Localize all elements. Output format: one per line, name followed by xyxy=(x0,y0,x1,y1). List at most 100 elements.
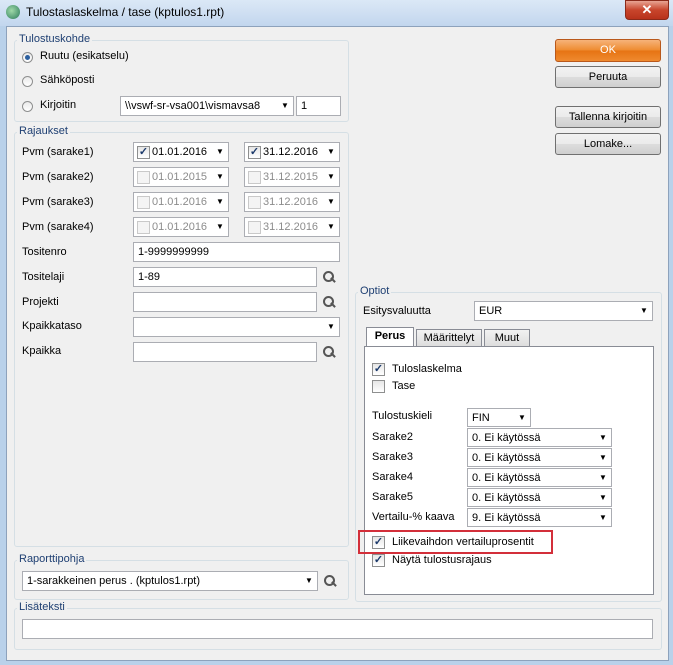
search-icon[interactable] xyxy=(322,345,336,359)
chevron-down-icon: ▼ xyxy=(599,513,607,522)
chevron-down-icon: ▼ xyxy=(327,147,335,156)
sarake4-select[interactable]: 0. Ei käytössä ▼ xyxy=(467,468,612,487)
radio-kirjoitin[interactable] xyxy=(22,101,33,112)
date-2-from-check[interactable] xyxy=(137,171,150,184)
sarake2-label: Sarake2 xyxy=(372,431,413,443)
date-1-to-check[interactable]: ✓ xyxy=(248,146,261,159)
kpaikka-label: Kpaikka xyxy=(22,345,62,357)
tositenro-input[interactable]: 1-9999999999 xyxy=(133,242,340,262)
date-4-from-check[interactable] xyxy=(137,221,150,234)
projekti-label: Projekti xyxy=(22,296,59,308)
lang-label: Tulostuskieli xyxy=(372,410,433,422)
copies-input[interactable]: 1 xyxy=(296,96,341,116)
sarake3-select[interactable]: 0. Ei käytössä ▼ xyxy=(467,448,612,467)
date-4-from[interactable]: 01.01.2016 ▼ xyxy=(133,217,229,237)
tase-check[interactable] xyxy=(372,380,385,393)
chevron-down-icon: ▼ xyxy=(327,322,335,331)
date-3-from[interactable]: 01.01.2016 ▼ xyxy=(133,192,229,212)
sarake3-label: Sarake3 xyxy=(372,451,413,463)
currency-select[interactable]: EUR ▼ xyxy=(474,301,653,321)
sarake5-label: Sarake5 xyxy=(372,491,413,503)
ok-button[interactable]: OK xyxy=(555,39,661,62)
liikevaihto-check[interactable]: ✓ xyxy=(372,536,385,549)
chevron-down-icon: ▼ xyxy=(216,172,224,181)
nayta-label: Näytä tulostusrajaus xyxy=(392,554,492,566)
form-button[interactable]: Lomake... xyxy=(555,133,661,155)
vertailu-select[interactable]: 9. Ei käytössä ▼ xyxy=(467,508,612,527)
tab-perus[interactable]: Perus xyxy=(366,327,414,347)
printer-select[interactable]: \\vswf-sr-vsa001\vismavsa8 ▼ xyxy=(120,96,294,116)
tab-muut[interactable]: Muut xyxy=(484,329,530,347)
tositelaji-label: Tositelaji xyxy=(22,271,65,283)
projekti-input[interactable] xyxy=(133,292,317,312)
lisateksti-label: Lisäteksti xyxy=(17,601,67,613)
date-row-1-label: Pvm (sarake1) xyxy=(22,146,94,158)
chevron-down-icon: ▼ xyxy=(599,493,607,502)
radio-kirjoitin-label: Kirjoitin xyxy=(40,99,77,111)
chevron-down-icon: ▼ xyxy=(599,473,607,482)
search-icon[interactable] xyxy=(322,270,336,284)
chevron-down-icon: ▼ xyxy=(216,197,224,206)
sarake5-select[interactable]: 0. Ei käytössä ▼ xyxy=(467,488,612,507)
search-icon[interactable] xyxy=(322,295,336,309)
date-3-to[interactable]: 31.12.2016 ▼ xyxy=(244,192,340,212)
kpaikka-input[interactable] xyxy=(133,342,317,362)
radio-ruutu[interactable] xyxy=(22,52,33,63)
currency-label: Esitysvaluutta xyxy=(363,305,431,317)
tositelaji-input[interactable]: 1-89 xyxy=(133,267,317,287)
tulostuskohde-label: Tulostuskohde xyxy=(17,33,93,45)
date-2-from[interactable]: 01.01.2015 ▼ xyxy=(133,167,229,187)
tab-maarittelyt[interactable]: Määrittelyt xyxy=(416,329,482,347)
date-1-from-check[interactable]: ✓ xyxy=(137,146,150,159)
radio-sahkoposti-label: Sähköposti xyxy=(40,74,95,86)
sarake2-select[interactable]: 0. Ei käytössä ▼ xyxy=(467,428,612,447)
chevron-down-icon: ▼ xyxy=(327,197,335,206)
date-2-to-check[interactable] xyxy=(248,171,261,184)
kpaikkataso-label: Kpaikkataso xyxy=(22,320,82,332)
date-row-2-label: Pvm (sarake2) xyxy=(22,171,94,183)
date-4-to[interactable]: 31.12.2016 ▼ xyxy=(244,217,340,237)
save-printer-button[interactable]: Tallenna kirjoitin xyxy=(555,106,661,128)
optiot-label: Optiot xyxy=(358,285,392,297)
radio-ruutu-label: Ruutu (esikatselu) xyxy=(40,50,129,62)
date-2-to[interactable]: 31.12.2015 ▼ xyxy=(244,167,340,187)
nayta-check[interactable]: ✓ xyxy=(372,554,385,567)
date-4-to-check[interactable] xyxy=(248,221,261,234)
cancel-button[interactable]: Peruuta xyxy=(555,66,661,88)
date-3-to-check[interactable] xyxy=(248,196,261,209)
tuloslaskelma-label: Tuloslaskelma xyxy=(392,363,462,375)
chevron-down-icon: ▼ xyxy=(518,413,526,422)
date-row-4-label: Pvm (sarake4) xyxy=(22,221,94,233)
chevron-down-icon: ▼ xyxy=(327,172,335,181)
rajaukset-label: Rajaukset xyxy=(17,125,70,137)
chevron-down-icon: ▼ xyxy=(599,453,607,462)
search-icon[interactable] xyxy=(323,574,337,588)
lang-select[interactable]: FIN ▼ xyxy=(467,408,531,427)
app-icon xyxy=(6,5,20,19)
date-1-from[interactable]: ✓ 01.01.2016 ▼ xyxy=(133,142,229,162)
chevron-down-icon: ▼ xyxy=(216,147,224,156)
chevron-down-icon: ▼ xyxy=(599,433,607,442)
tuloslaskelma-check[interactable]: ✓ xyxy=(372,363,385,376)
chevron-down-icon: ▼ xyxy=(640,306,648,315)
raporttipohja-label: Raporttipohja xyxy=(17,553,87,565)
chevron-down-icon: ▼ xyxy=(327,222,335,231)
chevron-down-icon: ▼ xyxy=(281,101,289,110)
chevron-down-icon: ▼ xyxy=(216,222,224,231)
chevron-down-icon: ▼ xyxy=(305,576,313,585)
window-title: Tulostaslaskelma / tase (kptulos1.rpt) xyxy=(26,5,225,19)
sarake4-label: Sarake4 xyxy=(372,471,413,483)
date-1-to[interactable]: ✓ 31.12.2016 ▼ xyxy=(244,142,340,162)
liikevaihto-label: Liikevaihdon vertailuprosentit xyxy=(392,536,534,548)
tase-label: Tase xyxy=(392,380,416,392)
raporttipohja-select[interactable]: 1-sarakkeinen perus . (kptulos1.rpt) ▼ xyxy=(22,571,318,591)
kpaikkataso-select[interactable]: ▼ xyxy=(133,317,340,337)
tositenro-label: Tositenro xyxy=(22,246,67,258)
radio-sahkoposti[interactable] xyxy=(22,76,33,87)
close-icon: ✕ xyxy=(641,2,653,17)
date-row-3-label: Pvm (sarake3) xyxy=(22,196,94,208)
date-3-from-check[interactable] xyxy=(137,196,150,209)
lisateksti-input[interactable] xyxy=(22,619,653,639)
title-bar[interactable]: Tulostaslaskelma / tase (kptulos1.rpt) ✕ xyxy=(0,0,673,26)
close-button[interactable]: ✕ xyxy=(625,0,669,20)
